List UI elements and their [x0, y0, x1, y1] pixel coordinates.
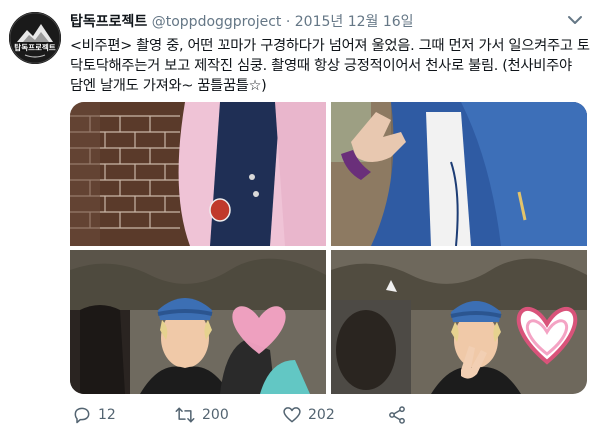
tweet-text: <비주편> 촬영 중, 어떤 꼬마가 구경하다가 넘어져 울었음. 그때 먼저 …: [70, 36, 590, 96]
heart-icon: [283, 407, 301, 423]
more-button[interactable]: [564, 10, 586, 30]
like-button[interactable]: 202: [282, 402, 335, 428]
avatar[interactable]: 탑독프로젝트: [9, 12, 61, 64]
tweet-text-line: <비주편> 촬영 중, 어떤 꼬마가 구경하다가 넘어져 울었음. 그때 먼저 …: [70, 38, 590, 54]
retweet-icon: [175, 407, 195, 423]
retweet-button[interactable]: 200: [174, 402, 229, 428]
photo-2[interactable]: [331, 102, 587, 246]
tweet-text-line: 닥토닥해주는거 보고 제작진 심쿵. 촬영때 항상 긍정적이어서 천사로 불림.…: [70, 58, 572, 74]
like-count: 202: [308, 407, 335, 423]
chevron-down-icon: [568, 16, 582, 24]
photo-3-image: [70, 250, 326, 394]
photo-1-image: [70, 102, 326, 246]
tweet-text-line: 담엔 날개도 가져와~ 꿈틀꿈틀☆): [70, 78, 267, 94]
reply-icon: [74, 407, 90, 424]
separator-dot: ·: [285, 14, 291, 30]
photo-1[interactable]: [70, 102, 326, 246]
photo-4-image: [331, 250, 587, 394]
reply-count: 12: [98, 407, 116, 423]
photo-4[interactable]: [331, 250, 587, 394]
author-handle[interactable]: @toppdoggproject: [152, 14, 282, 30]
share-button[interactable]: [387, 402, 413, 428]
photo-2-image: [331, 102, 587, 246]
retweet-count: 200: [202, 407, 229, 423]
reply-button[interactable]: 12: [72, 402, 116, 428]
photo-grid: [70, 102, 587, 394]
photo-3[interactable]: [70, 250, 326, 394]
tweet-date[interactable]: 2015년 12월 16일: [295, 14, 414, 30]
avatar-logo-text: 탑독프로젝트: [14, 42, 55, 52]
author-name[interactable]: 탑독프로젝트: [70, 14, 147, 30]
avatar-logo-icon: 탑독프로젝트: [9, 12, 61, 64]
tweet-header: 탑독프로젝트 @toppdoggproject · 2015년 12월 16일: [70, 11, 592, 33]
tweet-actions: 12 200 202: [70, 402, 590, 428]
share-icon: [389, 406, 405, 424]
